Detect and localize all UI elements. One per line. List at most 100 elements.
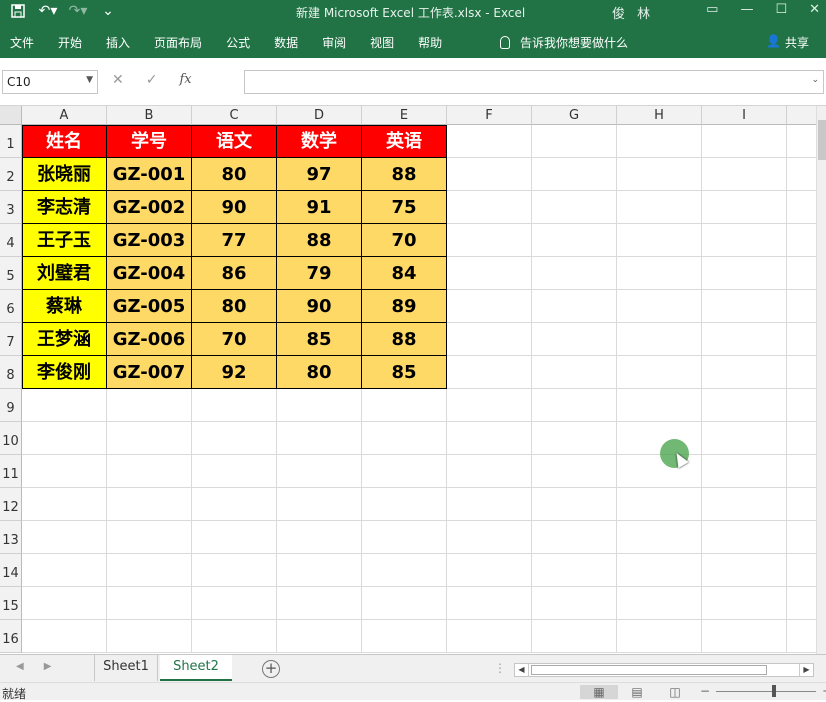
zoom-knob[interactable]	[772, 684, 777, 697]
table-cell[interactable]: 89	[362, 290, 447, 323]
page-layout-view-icon[interactable]: ▤	[618, 685, 656, 699]
table-cell[interactable]: GZ-005	[107, 290, 192, 323]
table-cell[interactable]: 80	[192, 290, 277, 323]
empty-cell[interactable]	[702, 389, 787, 422]
empty-cell[interactable]	[362, 554, 447, 587]
name-box[interactable]: C10 ▼	[2, 70, 98, 94]
row-header-6[interactable]: 6	[0, 290, 22, 323]
column-header-a[interactable]: A	[22, 106, 107, 125]
empty-cell[interactable]	[702, 488, 787, 521]
table-cell[interactable]: 70	[192, 323, 277, 356]
scroll-thumb[interactable]	[818, 120, 826, 160]
empty-cell[interactable]	[617, 356, 702, 389]
table-cell[interactable]: 88	[277, 224, 362, 257]
tell-me-box[interactable]: 告诉我你想要做什么	[500, 34, 628, 51]
empty-cell[interactable]	[107, 389, 192, 422]
empty-cell[interactable]	[277, 587, 362, 620]
empty-cell[interactable]	[277, 554, 362, 587]
empty-cell[interactable]	[702, 158, 787, 191]
zoom-out-icon[interactable]: −	[700, 684, 710, 698]
tab-home[interactable]: 开始	[58, 34, 82, 51]
empty-cell[interactable]	[362, 389, 447, 422]
table-cell[interactable]: 刘璧君	[22, 257, 107, 290]
zoom-in-icon[interactable]: +	[822, 684, 826, 698]
header-cell[interactable]: 英语	[362, 125, 447, 158]
table-cell[interactable]: 80	[192, 158, 277, 191]
tab-formulas[interactable]: 公式	[226, 34, 250, 51]
empty-cell[interactable]	[532, 488, 617, 521]
row-header-1[interactable]: 1	[0, 125, 22, 158]
empty-cell[interactable]	[617, 620, 702, 653]
empty-cell[interactable]	[532, 191, 617, 224]
empty-cell[interactable]	[447, 356, 532, 389]
select-all-corner[interactable]	[0, 106, 22, 125]
column-header-f[interactable]: F	[447, 106, 532, 125]
empty-cell[interactable]	[107, 587, 192, 620]
empty-cell[interactable]	[22, 455, 107, 488]
formula-input[interactable]: ⌄	[244, 70, 824, 94]
empty-cell[interactable]	[532, 389, 617, 422]
empty-cell[interactable]	[277, 422, 362, 455]
empty-cell[interactable]	[447, 389, 532, 422]
empty-cell[interactable]	[447, 620, 532, 653]
empty-cell[interactable]	[192, 455, 277, 488]
empty-cell[interactable]	[617, 224, 702, 257]
worksheet-grid[interactable]: A B C D E F G H I 1 姓名 学号 语文 数学 英语 2 张晓丽 GZ-001 80 97 88 3 李志清…	[0, 106, 826, 654]
table-cell[interactable]: GZ-004	[107, 257, 192, 290]
empty-cell[interactable]	[362, 488, 447, 521]
table-cell[interactable]: 85	[277, 323, 362, 356]
empty-cell[interactable]	[277, 521, 362, 554]
empty-cell[interactable]	[362, 422, 447, 455]
empty-cell[interactable]	[617, 290, 702, 323]
empty-cell[interactable]	[277, 389, 362, 422]
empty-cell[interactable]	[192, 554, 277, 587]
empty-cell[interactable]	[107, 455, 192, 488]
empty-cell[interactable]	[192, 488, 277, 521]
empty-cell[interactable]	[192, 620, 277, 653]
empty-cell[interactable]	[532, 455, 617, 488]
header-cell[interactable]: 学号	[107, 125, 192, 158]
empty-cell[interactable]	[617, 323, 702, 356]
empty-cell[interactable]	[617, 125, 702, 158]
empty-cell[interactable]	[447, 422, 532, 455]
empty-cell[interactable]	[617, 257, 702, 290]
row-header-12[interactable]: 12	[0, 488, 22, 521]
cancel-icon[interactable]: ✕	[112, 72, 124, 88]
empty-cell[interactable]	[447, 455, 532, 488]
tab-insert[interactable]: 插入	[106, 34, 130, 51]
table-cell[interactable]: GZ-002	[107, 191, 192, 224]
row-header-3[interactable]: 3	[0, 191, 22, 224]
empty-cell[interactable]	[702, 455, 787, 488]
table-cell[interactable]: 李志清	[22, 191, 107, 224]
empty-cell[interactable]	[22, 422, 107, 455]
prev-sheet-icon[interactable]: ◀	[16, 661, 24, 672]
empty-cell[interactable]	[447, 224, 532, 257]
empty-cell[interactable]	[447, 587, 532, 620]
tab-view[interactable]: 视图	[370, 34, 394, 51]
column-header-h[interactable]: H	[617, 106, 702, 125]
empty-cell[interactable]	[702, 356, 787, 389]
empty-cell[interactable]	[107, 620, 192, 653]
empty-cell[interactable]	[617, 158, 702, 191]
column-header-i[interactable]: I	[702, 106, 787, 125]
empty-cell[interactable]	[702, 224, 787, 257]
column-header-b[interactable]: B	[107, 106, 192, 125]
empty-cell[interactable]	[532, 125, 617, 158]
customize-qat-icon[interactable]: ⌄	[98, 3, 118, 23]
empty-cell[interactable]	[617, 488, 702, 521]
row-header-8[interactable]: 8	[0, 356, 22, 389]
table-cell[interactable]: 97	[277, 158, 362, 191]
maximize-icon[interactable]: ☐	[775, 2, 787, 17]
sheet-tab-sheet2[interactable]: Sheet2	[160, 655, 232, 681]
horizontal-scrollbar[interactable]: ◀ ▶	[514, 663, 814, 677]
expand-formula-icon[interactable]: ⌄	[811, 75, 819, 85]
user-name[interactable]: 俊 林	[612, 3, 654, 22]
empty-cell[interactable]	[447, 290, 532, 323]
undo-icon[interactable]: ↶▾	[38, 3, 58, 23]
empty-cell[interactable]	[532, 257, 617, 290]
empty-cell[interactable]	[22, 587, 107, 620]
table-cell[interactable]: 88	[362, 323, 447, 356]
split-handle-icon[interactable]: ⋮	[494, 661, 506, 675]
scroll-left-icon[interactable]: ◀	[515, 664, 529, 676]
enter-icon[interactable]: ✓	[146, 72, 158, 88]
